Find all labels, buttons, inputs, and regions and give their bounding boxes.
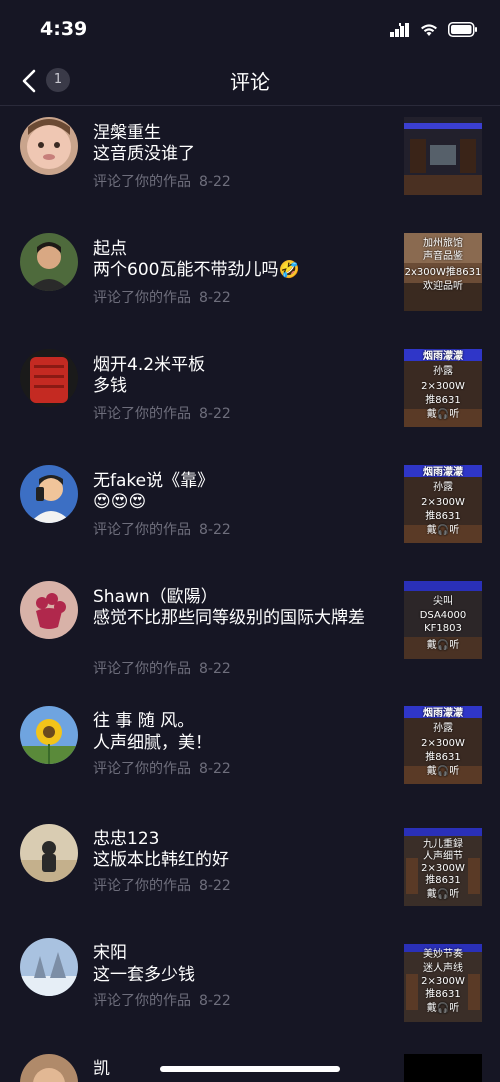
status-time: 4:39 [40, 18, 88, 40]
comment-text: 感觉不比那些同等级别的国际大牌差 [93, 608, 365, 628]
comment-meta: 评论了你的作品 8-22 [93, 519, 239, 539]
username[interactable]: 起点 [93, 234, 127, 259]
comment-text: 这一套多少钱 [93, 965, 195, 985]
comment-action: 评论了你的作品 [93, 406, 191, 422]
comment-item[interactable]: 凯 [0, 1046, 500, 1082]
avatar[interactable] [20, 581, 78, 639]
comment-action: 评论了你的作品 [93, 993, 191, 1009]
comment-text: 多钱 [93, 376, 127, 396]
comment-date: 8-22 [199, 661, 231, 677]
comment-action: 评论了你的作品 [93, 878, 191, 894]
video-thumbnail[interactable]: 烟雨濛濛 孙露 2×300W 推8631 戴🎧听 [404, 465, 482, 543]
comment-text: 😍😍😍 [93, 492, 147, 512]
video-thumbnail[interactable] [404, 117, 482, 195]
video-thumbnail[interactable]: 烟雨濛濛 孙露 2×300W 推8631 戴🎧听 [404, 706, 482, 784]
comment-date: 8-22 [199, 174, 231, 190]
home-indicator [160, 1066, 340, 1072]
nav-bar: 1 评论 [0, 56, 500, 106]
status-bar: 4:39 [0, 0, 500, 60]
comment-text: 这音质没谁了 [93, 144, 195, 164]
video-thumbnail[interactable]: 尖叫 DSA4000 KF1803 戴🎧听 [404, 581, 482, 659]
comment-date: 8-22 [199, 993, 231, 1009]
avatar[interactable] [20, 1054, 78, 1082]
battery-icon [448, 22, 477, 37]
comment-item[interactable]: 往 事 随 风。 人声细腻，美！ 评论了你的作品 8-22 烟雨濛濛 孙露 2×3… [0, 698, 500, 814]
comment-item[interactable]: 涅槃重生 这音质没谁了 评论了你的作品 8-22 [0, 106, 500, 222]
video-thumbnail[interactable]: 加州旅馆 声音品鉴 2x300W推8631 欢迎品听 [404, 233, 482, 311]
avatar[interactable] [20, 117, 78, 175]
video-thumbnail[interactable]: 烟雨濛濛 孙露 2×300W 推8631 戴🎧听 [404, 349, 482, 427]
comment-action: 评论了你的作品 [93, 761, 191, 777]
comment-item[interactable]: 忠忠123 这版本比韩红的好 评论了你的作品 8-22 九儿重録 人声细节 2×3… [0, 814, 500, 930]
comment-date: 8-22 [199, 290, 231, 306]
avatar[interactable] [20, 938, 78, 996]
comment-item[interactable]: 烟开4.2米平板 多钱 评论了你的作品 8-22 烟雨濛濛 孙露 2×300W 推… [0, 338, 500, 454]
username[interactable]: 忠忠123 [93, 824, 159, 849]
comment-item[interactable]: 宋阳 这一套多少钱 评论了你的作品 8-22 美妙节奏 迷人声线 2×300W 推… [0, 930, 500, 1046]
comment-meta: 评论了你的作品 8-22 [93, 990, 239, 1010]
cellular-signal-icon [390, 22, 409, 37]
avatar[interactable] [20, 233, 78, 291]
username[interactable]: Shawn（歐陽） [93, 582, 218, 607]
username[interactable]: 凯 [93, 1054, 110, 1079]
comment-meta: 评论了你的作品 8-22 [93, 171, 239, 191]
avatar[interactable] [20, 706, 78, 764]
avatar[interactable] [20, 349, 78, 407]
username[interactable]: 往 事 随 风。 [93, 706, 194, 731]
comment-meta: 评论了你的作品 8-22 [93, 875, 239, 895]
comment-date: 8-22 [199, 406, 231, 422]
comment-action: 评论了你的作品 [93, 174, 191, 190]
comment-date: 8-22 [199, 522, 231, 538]
video-thumbnail[interactable] [404, 1054, 482, 1082]
wifi-icon [421, 23, 437, 36]
comment-text: 人声细腻，美！ [93, 733, 212, 753]
avatar[interactable] [20, 824, 78, 882]
comment-meta: 评论了你的作品 8-22 [93, 403, 239, 423]
comment-date: 8-22 [199, 761, 231, 777]
avatar[interactable] [20, 465, 78, 523]
video-thumbnail[interactable]: 九儿重録 人声细节 2×300W 推8631 戴🎧听 [404, 828, 482, 906]
comment-item[interactable]: 起点 两个600瓦能不带劲儿吗🤣 评论了你的作品 8-22 加州旅馆 声音品鉴 2… [0, 222, 500, 338]
comment-meta: 评论了你的作品 8-22 [93, 758, 239, 778]
comment-meta: 评论了你的作品 8-22 [93, 287, 239, 307]
comment-action: 评论了你的作品 [93, 661, 191, 677]
comment-action: 评论了你的作品 [93, 290, 191, 306]
comment-text: 两个600瓦能不带劲儿吗🤣 [93, 260, 300, 280]
status-icons [390, 22, 478, 37]
username[interactable]: 烟开4.2米平板 [93, 350, 205, 375]
username[interactable]: 涅槃重生 [93, 118, 161, 143]
page-title: 评论 [230, 70, 270, 94]
comment-date: 8-22 [199, 878, 231, 894]
comment-item[interactable]: 无fake说《靠》 😍😍😍 评论了你的作品 8-22 烟雨濛濛 孙露 2×300W… [0, 454, 500, 570]
comment-item[interactable]: Shawn（歐陽） 感觉不比那些同等级别的国际大牌差 评论了你的作品 8-22 尖… [0, 570, 500, 698]
comment-action: 评论了你的作品 [93, 522, 191, 538]
comment-text: 这版本比韩红的好 [93, 850, 229, 870]
username[interactable]: 宋阳 [93, 938, 127, 963]
username[interactable]: 无fake说《靠》 [93, 466, 214, 491]
comment-meta: 评论了你的作品 8-22 [93, 658, 239, 678]
video-thumbnail[interactable]: 美妙节奏 迷人声线 2×300W 推8631 戴🎧听 [404, 944, 482, 1022]
